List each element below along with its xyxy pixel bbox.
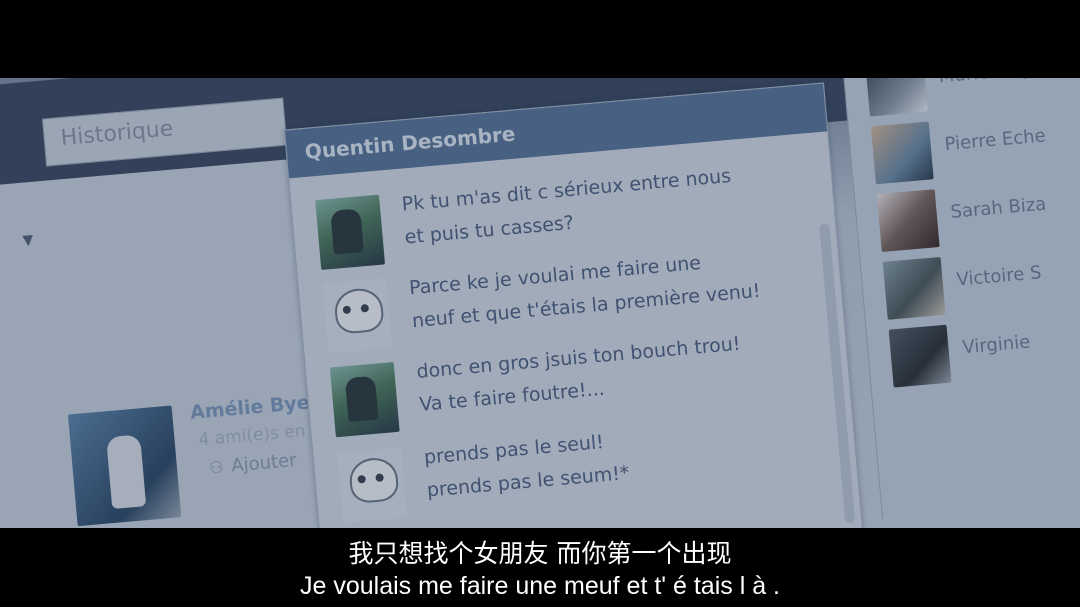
screen-dim-overlay [0, 78, 1080, 528]
letterbox-top [0, 0, 1080, 78]
subtitle-french: Je voulais me faire une meuf et t' é tai… [299, 572, 780, 600]
monitor-screen: Historique ▼ Amélie Bye 4 ami(e)s en co … [0, 78, 1080, 528]
subtitle-chinese: 我只想找个女朋友 而你第一个出现 [348, 539, 732, 568]
